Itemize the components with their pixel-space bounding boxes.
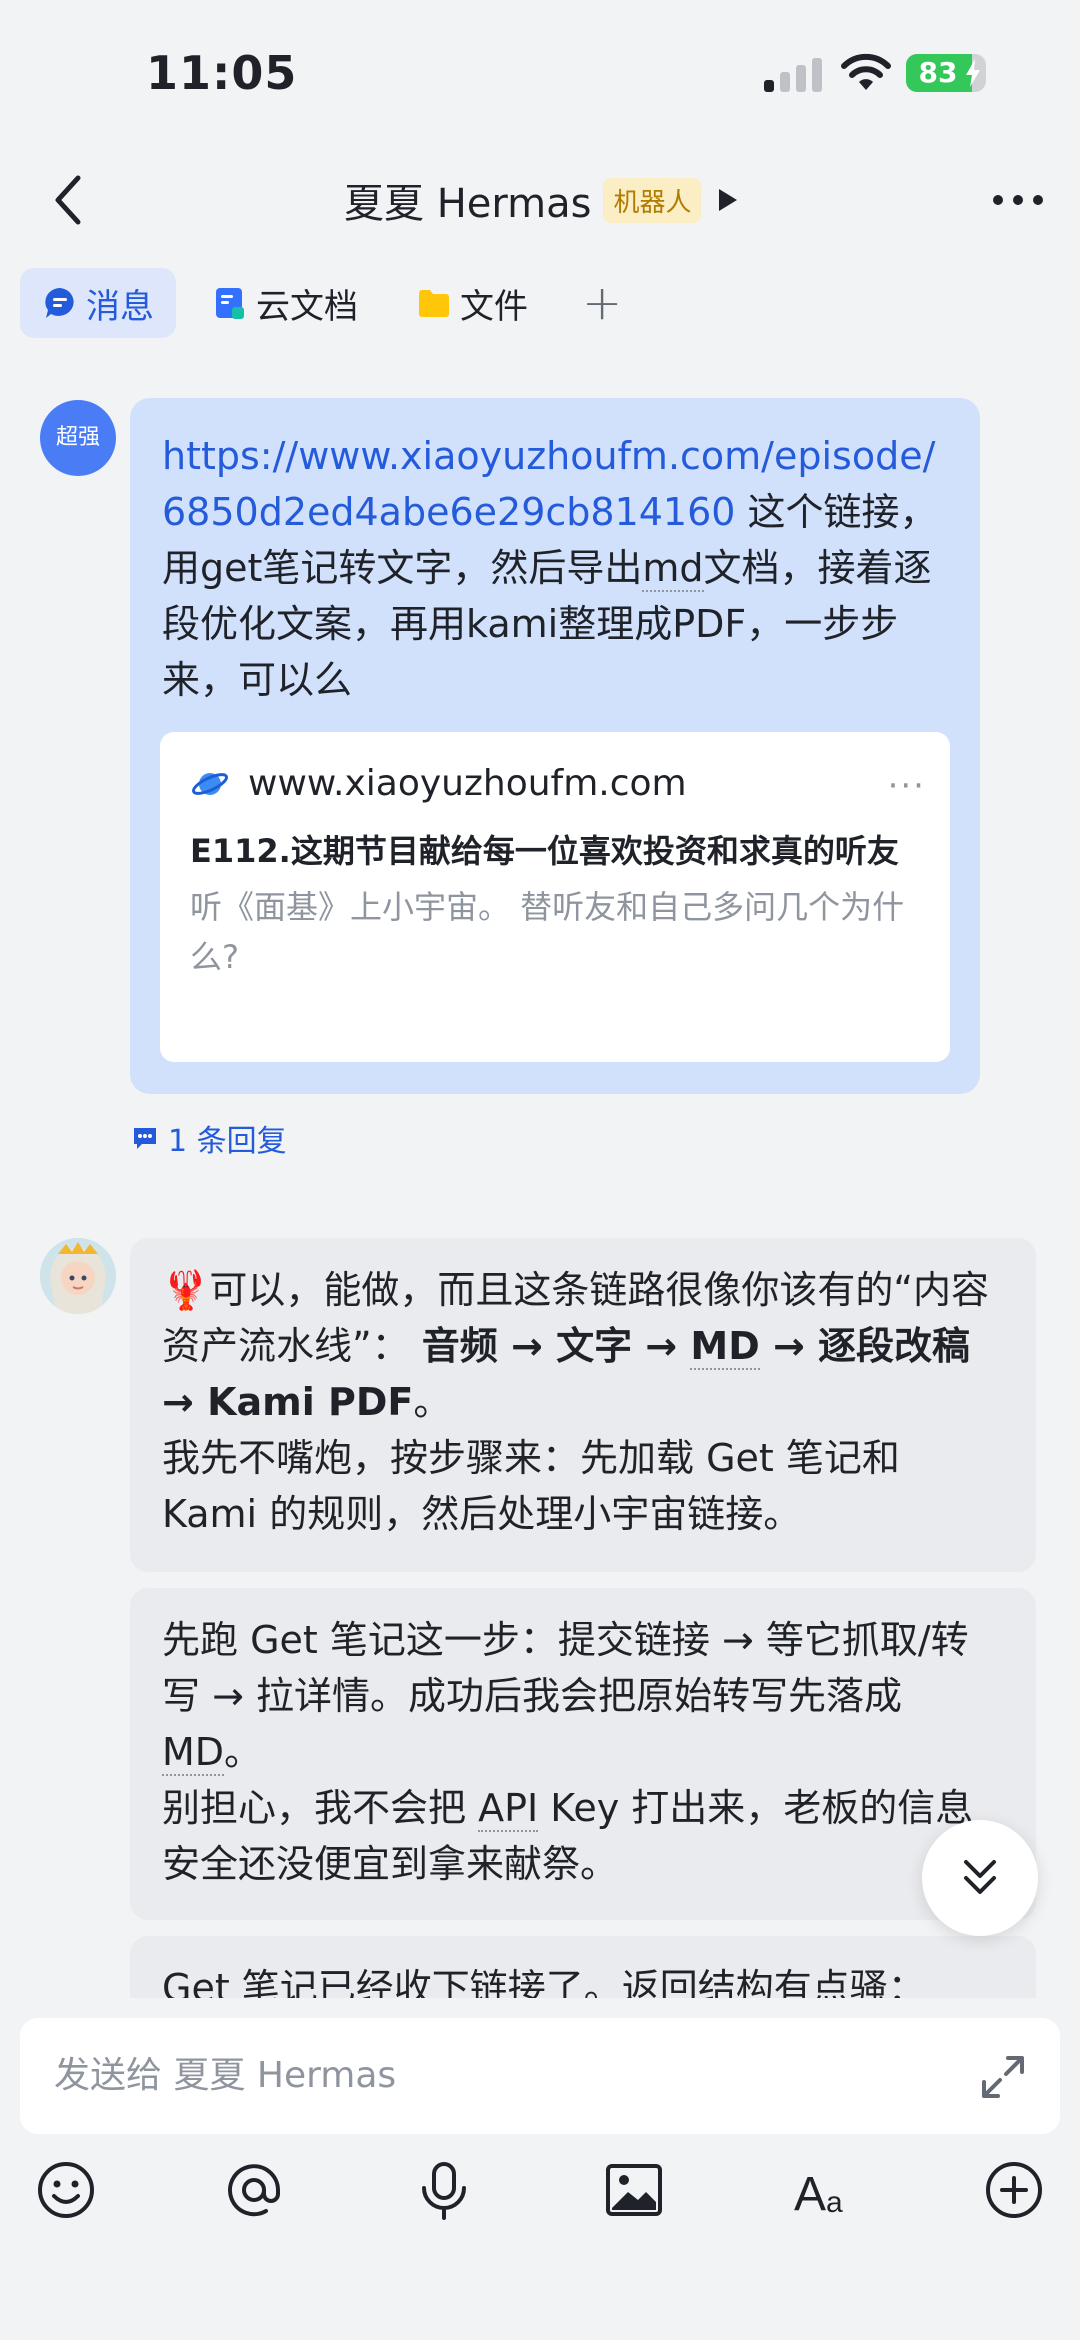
md-term[interactable]: MD bbox=[690, 1324, 760, 1370]
user-message-text: https://www.xiaoyuzhoufm.com/episode/685… bbox=[162, 428, 948, 708]
chat-title: 夏夏 Hermas bbox=[344, 181, 592, 227]
message-input-placeholder: 发送给 夏夏 Hermas bbox=[54, 2055, 397, 2096]
tab-messages-label: 消息 bbox=[86, 286, 154, 327]
doc-icon bbox=[216, 288, 244, 319]
planet-icon bbox=[191, 773, 229, 795]
user-avatar[interactable]: 超强 bbox=[40, 400, 116, 476]
bot-message-2-para1: 先跑 Get 笔记这一步：提交链接 → 等它抓取/转写 → 拉详情。成功后我会把… bbox=[162, 1612, 1004, 1780]
folder-icon bbox=[419, 290, 449, 317]
message-icon bbox=[45, 288, 74, 318]
bot-avatar[interactable] bbox=[40, 1238, 116, 1314]
lobster-emoji: 🦞 bbox=[162, 1268, 210, 1312]
plus-icon[interactable] bbox=[982, 2158, 1046, 2222]
status-time: 11:05 bbox=[146, 46, 298, 100]
expand-icon[interactable] bbox=[980, 2054, 1026, 2100]
scroll-to-bottom-button[interactable] bbox=[922, 1820, 1038, 1936]
cellular-signal-icon bbox=[764, 58, 824, 92]
double-chevron-down-icon bbox=[964, 1860, 996, 1894]
reply-icon bbox=[134, 1128, 156, 1149]
md-term[interactable]: MD bbox=[162, 1730, 225, 1776]
tab-messages[interactable]: 消息 bbox=[20, 268, 176, 338]
composer-toolbar: A a bbox=[0, 2158, 1080, 2238]
bot-badge: 机器人 bbox=[603, 177, 702, 223]
reply-count-link[interactable]: 1 条回复 bbox=[132, 1116, 287, 1160]
bot-message-1-text: 。 bbox=[413, 1380, 452, 1424]
battery-percent: 83 bbox=[918, 56, 958, 89]
bot-message-1: 🦞可以，能做，而且这条链路很像你该有的“内容资产流水线”： 音频 → 文字 → … bbox=[130, 1238, 1036, 1572]
tab-files-label: 文件 bbox=[460, 286, 528, 327]
microphone-icon[interactable] bbox=[412, 2158, 476, 2222]
card-domain: www.xiaoyuzhoufm.com bbox=[248, 763, 687, 804]
api-term[interactable]: API bbox=[478, 1786, 539, 1832]
tab-cloud-docs[interactable]: 云文档 bbox=[190, 268, 380, 338]
bot-message-2-para2: 别担心，我不会把 API Key 打出来，老板的信息安全还没便宜到拿来献祭。 bbox=[162, 1780, 1004, 1892]
bot-avatar-image bbox=[40, 1238, 116, 1314]
chat-title-group[interactable]: 夏夏 Hermas 机器人 bbox=[344, 170, 739, 230]
tab-cloud-docs-label: 云文档 bbox=[256, 286, 358, 327]
card-more-icon[interactable]: ··· bbox=[888, 758, 926, 814]
emoji-icon[interactable] bbox=[34, 2158, 98, 2222]
svg-text:a: a bbox=[826, 2186, 843, 2219]
image-icon[interactable] bbox=[602, 2158, 666, 2222]
card-description: 听《面基》上小宇宙。 替听友和自己多问几个为什么? bbox=[190, 888, 905, 976]
bot-message-1-bold: 音频 → 文字 → bbox=[421, 1324, 691, 1368]
tab-files[interactable]: 文件 bbox=[394, 268, 550, 338]
chat-header: 夏夏 Hermas 机器人 bbox=[0, 160, 1080, 240]
svg-text:A: A bbox=[794, 2168, 826, 2221]
status-bar: 11:05 83 bbox=[0, 0, 1080, 140]
reply-count-label: 1 条回复 bbox=[168, 1124, 287, 1159]
user-message-bubble: https://www.xiaoyuzhoufm.com/episode/685… bbox=[130, 398, 980, 1094]
text-format-icon[interactable]: A a bbox=[792, 2158, 856, 2222]
bot-message-2-text: 。 bbox=[224, 1730, 263, 1774]
message-composer: 发送给 夏夏 Hermas A a bbox=[0, 1998, 1080, 2340]
caret-right-icon bbox=[719, 189, 738, 211]
wifi-icon bbox=[841, 53, 891, 90]
chat-tabs: 消息 云文档 文件 + bbox=[20, 268, 640, 338]
bot-message-1-para2: 我先不嘴炮，按步骤来：先加载 Get 笔记和 Kami 的规则，然后处理小宇宙链… bbox=[162, 1436, 900, 1536]
bot-message-2-text: 别担心，我不会把 bbox=[162, 1786, 479, 1830]
md-term[interactable]: md bbox=[642, 546, 704, 592]
charging-bolt-icon bbox=[966, 59, 980, 87]
bot-message-2-text: 先跑 Get 笔记这一步：提交链接 → 等它抓取/转写 → 拉详情。成功后我会把… bbox=[162, 1618, 969, 1718]
card-title: E112.这期节目献给每一位喜欢投资和求真的听友 bbox=[190, 832, 899, 870]
link-preview-card[interactable]: www.xiaoyuzhoufm.com ··· E112.这期节目献给每一位喜… bbox=[160, 732, 950, 1062]
mention-icon[interactable] bbox=[222, 2158, 286, 2222]
battery-indicator: 83 bbox=[906, 54, 986, 92]
more-options-button[interactable] bbox=[990, 180, 1046, 220]
bot-message-2: 先跑 Get 笔记这一步：提交链接 → 等它抓取/转写 → 拉详情。成功后我会把… bbox=[130, 1588, 1036, 1920]
add-tab-button[interactable]: + bbox=[564, 275, 640, 331]
back-button[interactable] bbox=[46, 170, 96, 230]
message-input[interactable]: 发送给 夏夏 Hermas bbox=[20, 2018, 1060, 2134]
